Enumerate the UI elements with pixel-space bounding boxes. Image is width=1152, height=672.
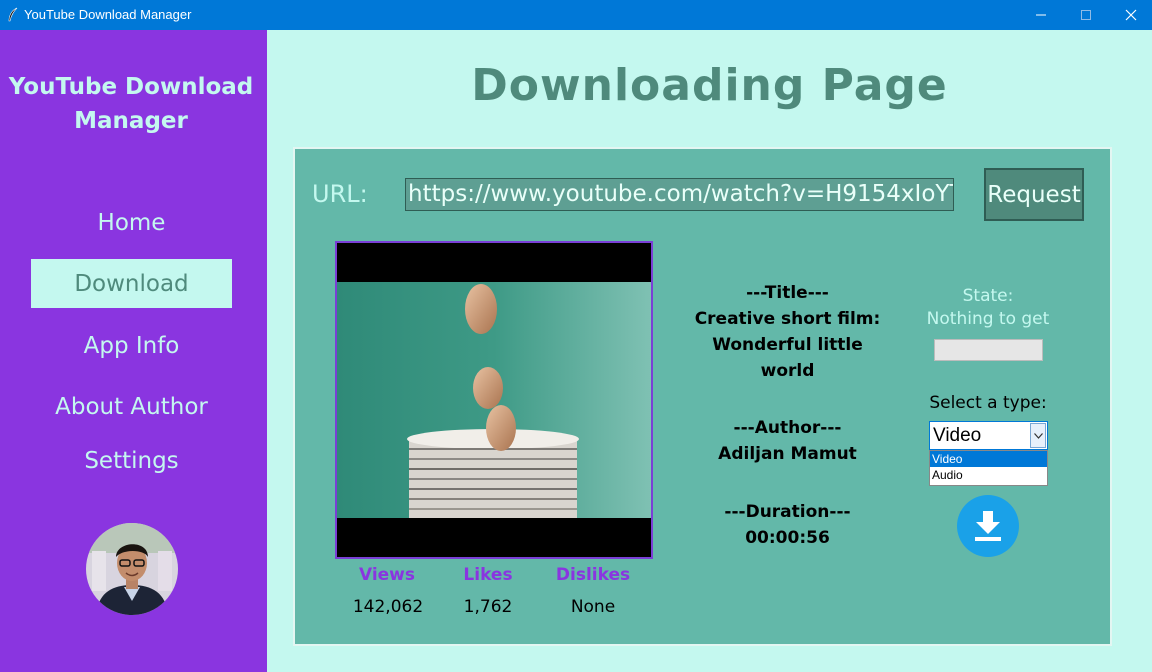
- sidebar-item-home[interactable]: Home: [31, 198, 232, 247]
- views-count: 142,062: [352, 597, 424, 617]
- maximize-icon: [1081, 10, 1091, 20]
- url-input[interactable]: https://www.youtube.com/watch?v=H9154xIo…: [405, 178, 954, 211]
- sidebar-item-settings[interactable]: Settings: [31, 436, 232, 485]
- minimize-button[interactable]: [1018, 0, 1064, 30]
- chevron-down-icon: [1033, 432, 1043, 439]
- app-brand: YouTube Download Manager: [0, 70, 262, 138]
- video-duration: 00:00:56: [745, 528, 830, 548]
- url-label: URL:: [312, 180, 368, 208]
- window-title: YouTube Download Manager: [24, 7, 192, 22]
- download-progress-bar: [934, 339, 1043, 361]
- type-select[interactable]: Video: [929, 421, 1048, 450]
- download-arrow-icon: [975, 511, 1001, 541]
- video-author-block: ---Author--- Adiljan Mamut: [680, 415, 895, 467]
- duration-header: ---Duration---: [724, 502, 851, 522]
- sidebar-item-about-author[interactable]: About Author: [31, 382, 232, 431]
- video-title-line-2: Wonderful little: [712, 335, 863, 355]
- video-title-line-1: Creative short film:: [694, 309, 881, 329]
- sidebar: YouTube Download Manager Home Download A…: [0, 30, 267, 672]
- video-title-block: ---Title--- Creative short film: Wonderf…: [680, 280, 895, 384]
- video-thumbnail: [335, 241, 653, 559]
- type-option-video[interactable]: Video: [930, 451, 1047, 467]
- state-label: State:: [962, 286, 1014, 306]
- close-icon: [1125, 9, 1137, 21]
- minimize-icon: [1036, 14, 1046, 16]
- brand-line-1: YouTube Download: [8, 74, 254, 100]
- sidebar-item-app-info[interactable]: App Info: [31, 321, 232, 370]
- type-option-audio[interactable]: Audio: [930, 467, 1047, 483]
- window-titlebar: YouTube Download Manager: [0, 0, 1152, 30]
- author-avatar: [86, 523, 178, 615]
- video-title-line-3: world: [760, 361, 815, 381]
- video-duration-block: ---Duration--- 00:00:56: [680, 499, 895, 551]
- state-block: State: Nothing to get: [918, 285, 1058, 331]
- video-author: Adiljan Mamut: [718, 444, 857, 464]
- maximize-button[interactable]: [1063, 0, 1109, 30]
- dropdown-button[interactable]: [1030, 423, 1046, 448]
- download-button[interactable]: [957, 495, 1019, 557]
- page-title: Downloading Page: [471, 60, 948, 111]
- feather-icon: [8, 7, 18, 22]
- close-button[interactable]: [1108, 0, 1152, 30]
- state-value: Nothing to get: [926, 309, 1050, 329]
- request-button[interactable]: Request: [984, 168, 1084, 221]
- sidebar-item-download[interactable]: Download: [31, 259, 232, 308]
- author-header: ---Author---: [733, 418, 842, 438]
- type-dropdown-list: Video Audio: [929, 450, 1048, 486]
- dislikes-label: Dislikes: [555, 565, 631, 585]
- type-select-label: Select a type:: [929, 393, 1047, 413]
- brand-line-2: Manager: [74, 108, 188, 134]
- views-label: Views: [358, 565, 416, 585]
- likes-count: 1,762: [463, 597, 513, 617]
- dislikes-count: None: [570, 597, 616, 617]
- title-header: ---Title---: [746, 283, 829, 303]
- likes-label: Likes: [463, 565, 513, 585]
- type-select-value: Video: [933, 425, 982, 446]
